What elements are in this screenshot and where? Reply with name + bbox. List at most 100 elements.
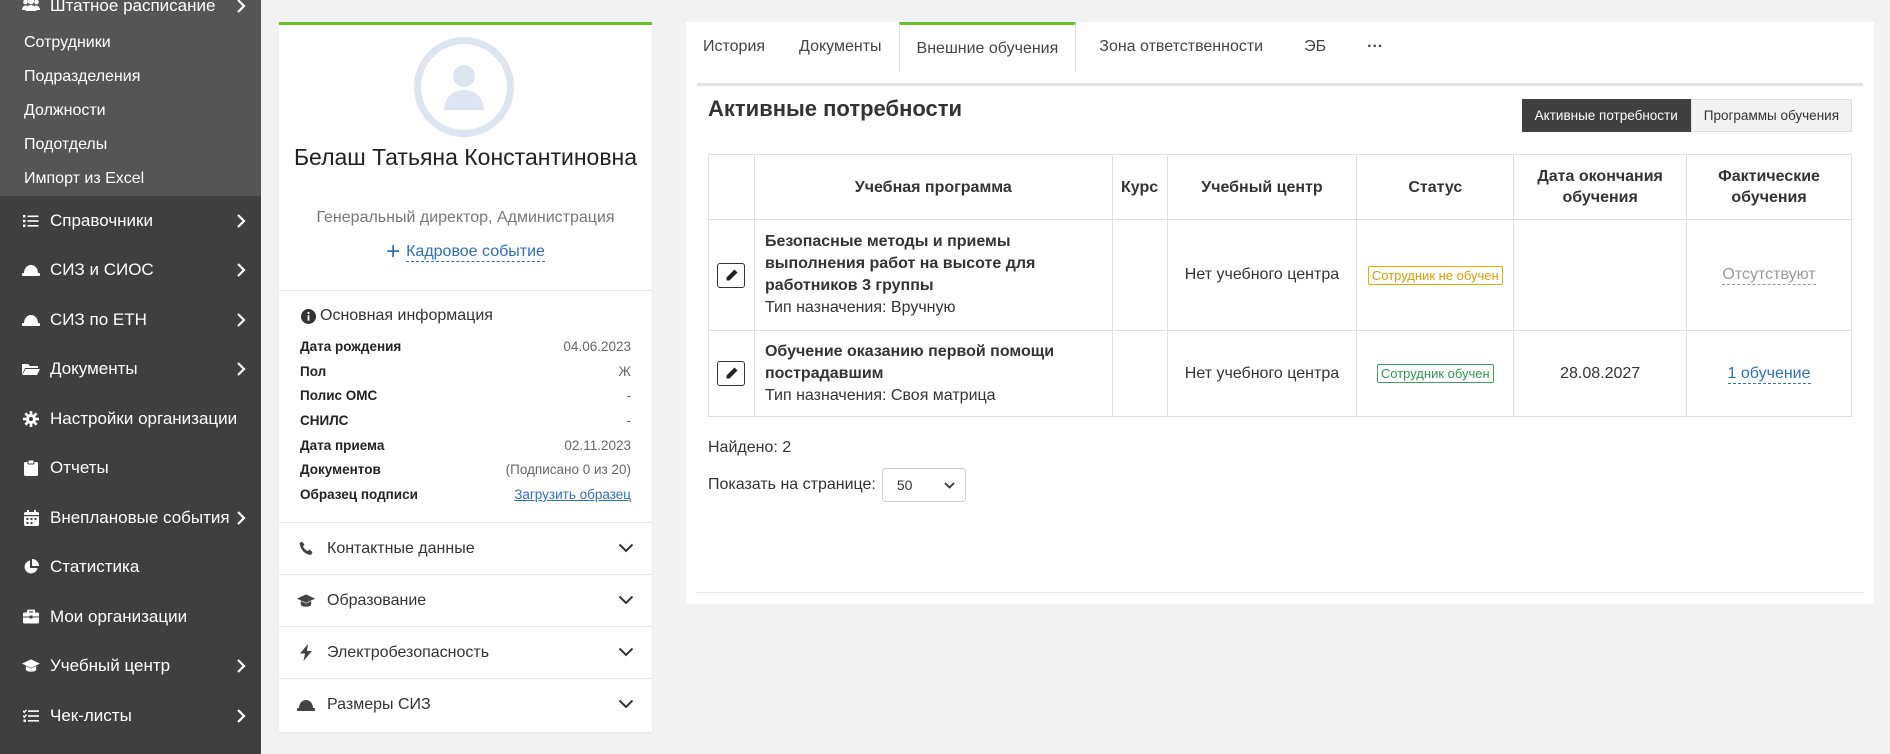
sidebar-item-label: Чек-листы (50, 705, 132, 725)
sidebar-item-statistics[interactable]: Статистика (0, 543, 261, 593)
sidebar-item-label: Справочники (50, 210, 153, 230)
active-needs-section: Активные потребности Активные потребност… (697, 83, 1863, 593)
sidebar-subitem-departments[interactable]: Подразделения (0, 60, 261, 94)
sidebar-item-references[interactable]: Справочники (0, 196, 261, 246)
tab-bar: История Документы Внешние обучения Зона … (686, 22, 1400, 72)
sidebar-item-org-settings[interactable]: Настройки организации (0, 394, 261, 444)
sidebar-item-checklists[interactable]: Чек-листы (0, 691, 261, 741)
chevron-right-icon (231, 211, 251, 231)
sidebar-item-label: Штатное расписание (50, 0, 216, 15)
users-icon (22, 0, 40, 15)
assignment-type: Тип назначения: Своя матрица (764, 386, 996, 404)
helmet-icon (22, 261, 40, 279)
assignment-type: Тип назначения: Вручную (764, 299, 956, 316)
info-key: Пол (300, 363, 327, 379)
sidebar-subitem-positions[interactable]: Должности (0, 94, 261, 128)
info-row-birthdate: Дата рождения 04.06.2023 (300, 334, 631, 359)
per-page-value: 50 (896, 477, 913, 493)
edit-button[interactable] (717, 262, 746, 288)
status-badge: Сотрудник не обучен (1367, 265, 1503, 285)
table-row: Обучение оказанию первой помощи пострада… (708, 330, 1852, 417)
sidebar-item-my-organizations[interactable]: Мои организации (0, 592, 261, 642)
program-cell: Безопасные методы и приемы выполнения ра… (753, 219, 1113, 331)
tab-eb[interactable]: ЭБ (1280, 22, 1343, 72)
tab-documents[interactable]: Документы (782, 22, 898, 72)
tab-responsibility-zone[interactable]: Зона ответственности (1076, 22, 1280, 72)
lightning-icon (297, 644, 315, 662)
upload-signature-link[interactable]: Загрузить образец (514, 487, 631, 502)
sidebar-item-label: Отчеты (50, 458, 109, 478)
tab-external-training[interactable]: Внешние обучения (898, 22, 1077, 72)
sidebar-item-unplanned-events[interactable]: Внеплановые события (0, 493, 261, 543)
edit-cell (708, 219, 755, 331)
per-page-select[interactable]: 50 (881, 468, 966, 502)
sidebar-item-label: Учебный центр (50, 656, 171, 676)
pencil-icon (726, 367, 738, 379)
sidebar-item-label: Документы (50, 359, 138, 379)
per-page-label: Показать на странице: (708, 476, 876, 493)
table-row: Безопасные методы и приемы выполнения ра… (708, 219, 1852, 331)
folder-icon (22, 360, 40, 378)
column-header: Курс (1111, 154, 1168, 220)
tab-more[interactable]: ··· (1343, 22, 1400, 72)
info-value: 04.06.2023 (563, 338, 631, 354)
sidebar-subitem-import-excel[interactable]: Импорт из Excel (0, 162, 261, 196)
chevron-down-icon (618, 696, 634, 714)
training-center-cell: Нет учебного центра (1166, 219, 1358, 331)
sidebar-item-ppe[interactable]: СИЗ и СИОС (0, 246, 261, 296)
hr-event-link[interactable]: + Кадровое событие (279, 238, 652, 266)
accordion-ppe-sizes[interactable]: Размеры СИЗ (279, 678, 652, 730)
status-badge: Сотрудник обучен (1376, 364, 1494, 383)
phone-icon (297, 540, 315, 558)
chevron-right-icon (231, 310, 251, 330)
accordion-electrical-safety[interactable]: Электробезопасность (279, 626, 652, 678)
column-header: Дата окончания обучения (1513, 154, 1688, 220)
employee-profile-card: Белаш Татьяна Константиновна Генеральный… (279, 22, 652, 732)
info-value: (Подписано 0 из 20) (505, 462, 631, 478)
column-header (708, 154, 755, 220)
info-key: СНИЛС (300, 412, 349, 428)
status-cell: Сотрудник обучен (1356, 330, 1515, 417)
sidebar-item-training-center[interactable]: Учебный центр (0, 642, 261, 692)
course-cell (1111, 219, 1168, 331)
info-value: - (626, 412, 632, 428)
sidebar-item-staff-schedule[interactable]: Штатное расписание (0, 0, 261, 19)
toggle-active-needs[interactable]: Активные потребности (1521, 99, 1691, 132)
hr-event-label: Кадровое событие (406, 243, 545, 262)
graduation-cap-icon (297, 592, 315, 610)
sidebar-item-documents[interactable]: Документы (0, 345, 261, 395)
pie-chart-icon (22, 558, 40, 576)
actual-training-link[interactable]: 1 обучение (1727, 364, 1811, 384)
basic-info-heading: Основная информация (301, 307, 493, 325)
training-needs-table: Учебная программа Курс Учебный центр Ста… (708, 154, 1852, 417)
info-icon (301, 308, 316, 324)
info-key: Образец подписи (300, 486, 418, 502)
sidebar-item-reports[interactable]: Отчеты (0, 444, 261, 494)
accordion-education[interactable]: Образование (279, 574, 652, 626)
chevron-down-icon (618, 644, 634, 662)
edit-cell (708, 330, 755, 417)
per-page-control: Показать на странице: 50 (708, 468, 966, 502)
accordion-contact-data[interactable]: Контактные данные (279, 522, 652, 574)
info-row-snils: СНИЛС - (300, 408, 631, 433)
info-row-documents: Документов (Подписано 0 из 20) (300, 457, 631, 482)
chevron-right-icon (231, 0, 251, 16)
info-key: Дата рождения (300, 338, 402, 354)
chevron-down-icon (618, 540, 634, 558)
basic-info-list: Дата рождения 04.06.2023 Пол Ж Полис ОМС - … (300, 334, 631, 507)
program-name: Обучение оказанию первой помощи пострада… (764, 342, 1055, 382)
pencil-icon (726, 269, 738, 280)
toggle-training-programs[interactable]: Программы обучения (1690, 99, 1852, 132)
found-count: Найдено: 2 (708, 439, 792, 456)
edit-button[interactable] (717, 361, 746, 386)
chevron-right-icon (231, 706, 251, 726)
tab-history[interactable]: История (686, 22, 782, 72)
basic-info-title: Основная информация (320, 307, 493, 324)
sidebar-subitem-employees[interactable]: Сотрудники (0, 26, 261, 60)
chevron-right-icon (231, 359, 251, 379)
sidebar-item-ppe-etn[interactable]: СИЗ по ЕТН (0, 295, 261, 345)
sidebar-subitem-subdivisions[interactable]: Подотделы (0, 128, 261, 162)
sidebar-submenu: Штатное расписание Сотрудники Подразделе… (0, 0, 261, 196)
actual-training-link[interactable]: Отсутствуют (1722, 266, 1816, 285)
accordion-label: Размеры СИЗ (327, 695, 431, 713)
